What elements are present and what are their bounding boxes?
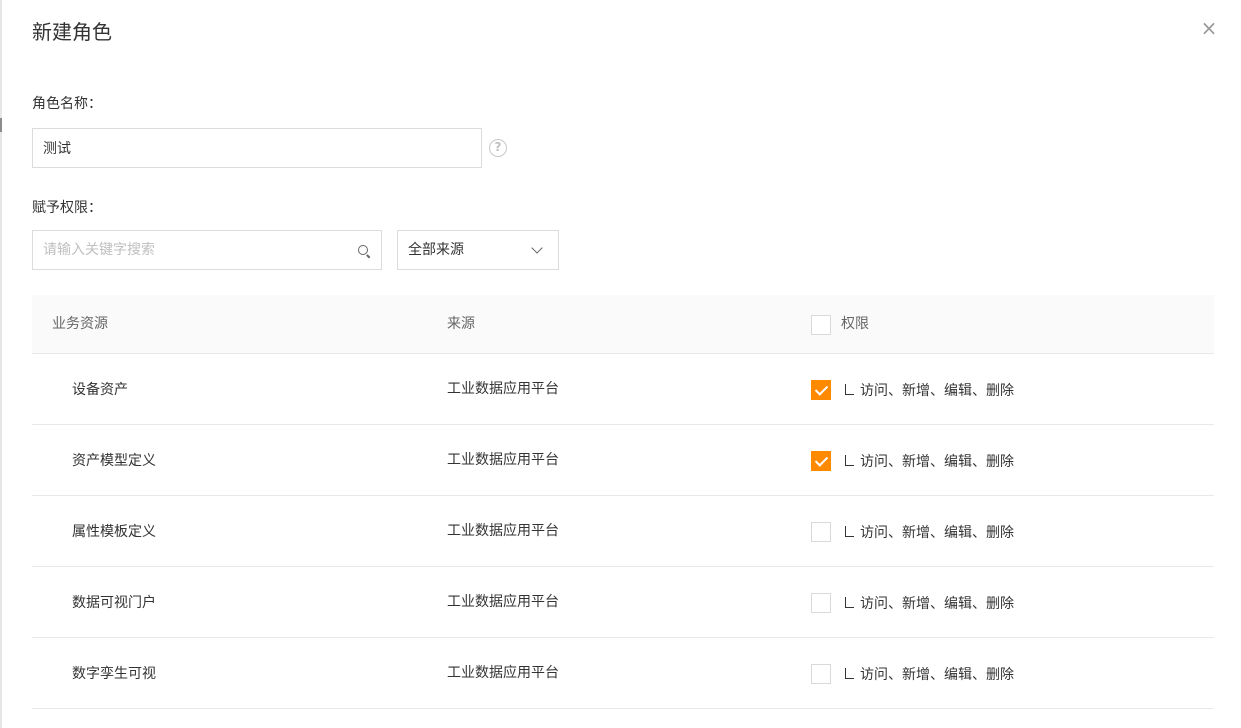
- row-permission-checkbox[interactable]: [811, 664, 831, 684]
- search-box: [32, 230, 382, 270]
- source-select[interactable]: 全部来源: [397, 230, 559, 270]
- resource-name: 设备资产: [72, 382, 128, 398]
- tree-branch-icon: [845, 384, 854, 395]
- permissions-label: 赋予权限：: [32, 200, 102, 216]
- resource-source: 工业数据应用平台: [447, 381, 559, 397]
- row-permission-checkbox[interactable]: [811, 380, 831, 400]
- header-source: 来源: [447, 316, 475, 332]
- resource-source: 工业数据应用平台: [447, 665, 559, 681]
- permission-items: 访问、新增、编辑、删除: [860, 454, 1014, 470]
- source-select-value: 全部来源: [408, 242, 464, 258]
- dialog-title: 新建角色: [32, 20, 112, 44]
- resource-name: 属性模板定义: [72, 524, 156, 540]
- resource-name: 数据可视门户: [72, 595, 156, 611]
- header-permission: 权限: [841, 316, 869, 332]
- search-icon[interactable]: [358, 245, 368, 255]
- permission-items: 访问、新增、编辑、删除: [860, 667, 1014, 683]
- permission-list: 访问、新增、编辑、删除: [845, 595, 1014, 613]
- search-input[interactable]: [33, 231, 381, 269]
- row-permission-checkbox[interactable]: [811, 451, 831, 471]
- permission-items: 访问、新增、编辑、删除: [860, 525, 1014, 541]
- tree-branch-icon: [845, 526, 854, 537]
- permission-list: 访问、新增、编辑、删除: [845, 453, 1014, 471]
- permission-list: 访问、新增、编辑、删除: [845, 382, 1014, 400]
- help-icon[interactable]: ?: [489, 139, 507, 157]
- table-row: 资产模型定义 工业数据应用平台 访问、新增、编辑、删除: [32, 425, 1214, 496]
- chevron-down-icon: [531, 242, 543, 254]
- tree-branch-icon: [845, 597, 854, 608]
- role-name-input[interactable]: [32, 128, 482, 168]
- resource-source: 工业数据应用平台: [447, 594, 559, 610]
- resource-source: 工业数据应用平台: [447, 452, 559, 468]
- resource-name: 资产模型定义: [72, 453, 156, 469]
- tree-branch-icon: [845, 455, 854, 466]
- tree-branch-icon: [845, 668, 854, 679]
- row-permission-checkbox[interactable]: [811, 593, 831, 613]
- table-row: 设备资产 工业数据应用平台 访问、新增、编辑、删除: [32, 354, 1214, 425]
- table-row: 数字孪生可视 工业数据应用平台 访问、新增、编辑、删除: [32, 638, 1214, 709]
- header-resource: 业务资源: [52, 316, 108, 332]
- table-header: 业务资源 来源 权限: [32, 295, 1214, 354]
- role-name-label: 角色名称：: [32, 96, 102, 112]
- permission-items: 访问、新增、编辑、删除: [860, 383, 1014, 399]
- resource-source: 工业数据应用平台: [447, 523, 559, 539]
- permissions-table: 业务资源 来源 权限 设备资产 工业数据应用平台 访问、新增、编辑、删除 资产模型定义…: [32, 295, 1214, 709]
- select-all-checkbox[interactable]: [811, 315, 831, 335]
- close-icon[interactable]: ×: [1199, 18, 1219, 38]
- table-row: 数据可视门户 工业数据应用平台 访问、新增、编辑、删除: [32, 567, 1214, 638]
- row-permission-checkbox[interactable]: [811, 522, 831, 542]
- new-role-dialog: 新建角色 × 角色名称： ? 赋予权限： 全部来源 业务资源 来源 权限 设备资…: [0, 0, 1241, 728]
- table-row: 属性模板定义 工业数据应用平台 访问、新增、编辑、删除: [32, 496, 1214, 567]
- permission-items: 访问、新增、编辑、删除: [860, 596, 1014, 612]
- permission-list: 访问、新增、编辑、删除: [845, 666, 1014, 684]
- resource-name: 数字孪生可视: [72, 666, 156, 682]
- permission-list: 访问、新增、编辑、删除: [845, 524, 1014, 542]
